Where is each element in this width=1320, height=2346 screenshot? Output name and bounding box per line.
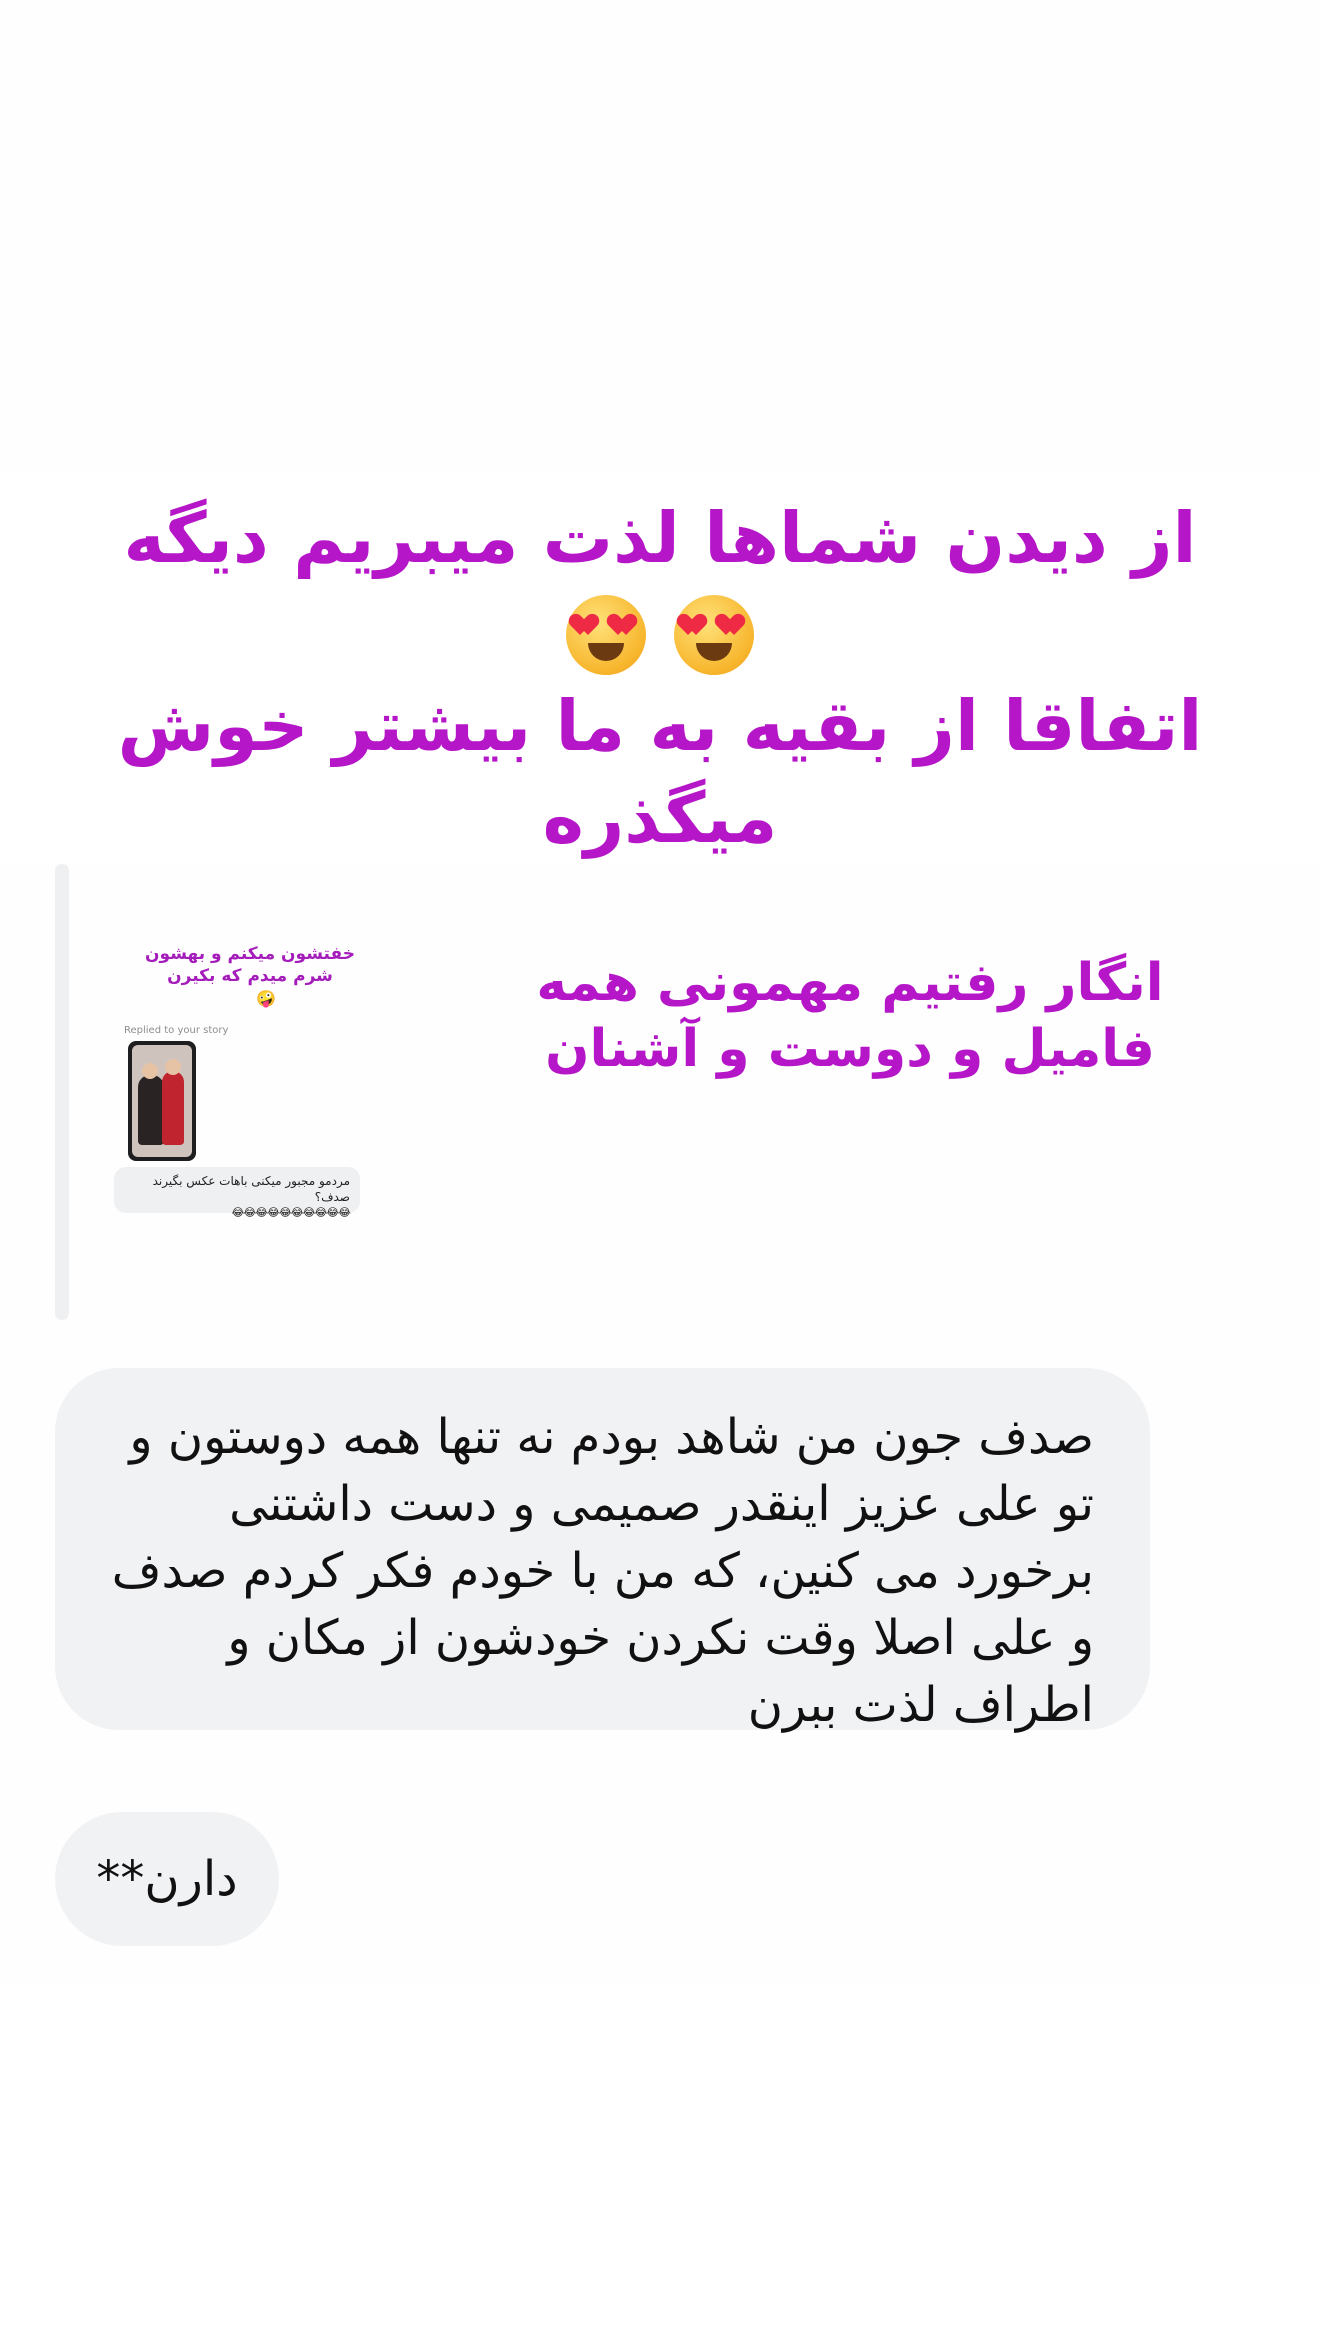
story-caption: خفتشون میکنم و بهشون شرم میدم که بکیرن: [145, 944, 355, 986]
top-blank-area: [0, 0, 1320, 470]
message-bubble[interactable]: صدف جون من شاهد بودم نه تنها همه دوستون …: [55, 1368, 1150, 1733]
message-bubble[interactable]: دارن**: [55, 1812, 279, 1946]
replied-to-story-label: Replied to your story: [124, 1025, 229, 1036]
heart-eyes-emoji-icon: [565, 594, 646, 675]
story-reply-emojis: 😂😂😂😂😂😂😂😂😂😂: [231, 1206, 351, 1219]
story-reply-text: مردمو مجبور میکنی باهات عکس بگیرند صدف؟: [152, 1174, 350, 1204]
headline-line-2: اتفاقا از بقیه به ما بیشتر خوش: [117, 685, 1203, 767]
heart-eyes-emoji-row: [60, 584, 1260, 680]
story-reply-message[interactable]: مردمو مجبور میکنی باهات عکس بگیرند صدف؟ …: [114, 1167, 360, 1219]
story-thumbnail[interactable]: [128, 1041, 196, 1161]
headline-line-3: میگذره: [542, 777, 778, 859]
headline-line-1: از دیدن شماها لذت میبریم دیگه: [123, 497, 1197, 579]
story-caption-emoji: 🤪: [256, 989, 276, 1008]
reply-indicator-bar: [55, 864, 69, 1320]
heart-eyes-emoji-icon: [674, 594, 755, 675]
headline-text: از دیدن شماها لذت میبریم دیگه اتفاقا از …: [60, 492, 1260, 864]
overlay-side-text: انگار رفتیم مهمونی همه فامیل و دوست و آش…: [536, 953, 1164, 1079]
story-reply-card[interactable]: خفتشون میکنم و بهشون شرم میدم که بکیرن 🤪…: [110, 935, 370, 1225]
